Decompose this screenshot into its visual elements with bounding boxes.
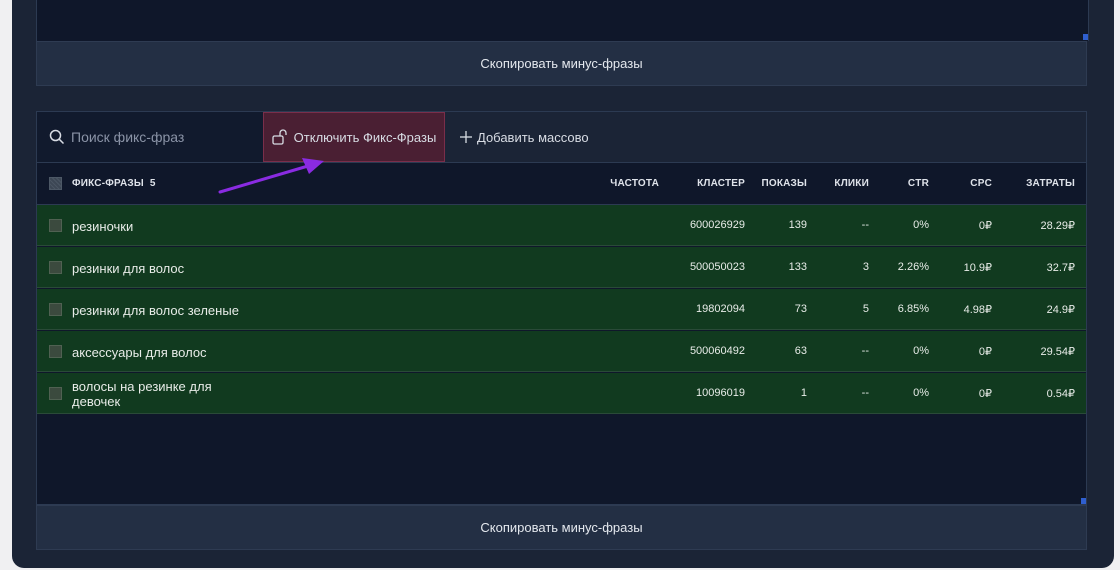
row-checkbox[interactable] bbox=[49, 261, 62, 274]
fix-phrases-card: Отключить Фикс-Фразы Добавить массово ФИ… bbox=[36, 111, 1087, 505]
table-row[interactable]: резиночки 600026929 139 -- 0% 0₽ 28.29₽ bbox=[37, 205, 1086, 246]
row-cluster: 10096019 bbox=[696, 387, 745, 399]
row-phrase: аксессуары для волос bbox=[72, 345, 207, 360]
table-row[interactable]: волосы на резинке для девочек 10096019 1… bbox=[37, 373, 1086, 414]
unlock-icon bbox=[272, 129, 287, 145]
row-clicks: -- bbox=[861, 345, 869, 357]
row-cpc: 10.9₽ bbox=[963, 262, 992, 274]
header-clicks[interactable]: КЛИКИ bbox=[834, 178, 869, 189]
row-cluster: 19802094 bbox=[696, 303, 745, 315]
search-box[interactable] bbox=[37, 112, 263, 162]
row-cpc: 0₽ bbox=[978, 388, 992, 400]
unfix-phrases-button[interactable]: Отключить Фикс-Фразы bbox=[263, 112, 445, 162]
row-cpc: 0₽ bbox=[978, 346, 992, 358]
row-clicks: 3 bbox=[862, 261, 869, 273]
row-views: 133 bbox=[788, 261, 807, 273]
row-checkbox[interactable] bbox=[49, 219, 62, 232]
row-phrase: резиночки bbox=[72, 219, 134, 234]
row-cluster: 500050023 bbox=[689, 261, 745, 273]
plus-icon bbox=[460, 131, 472, 143]
table-row[interactable]: резинки для волос 500050023 133 3 2.26% … bbox=[37, 247, 1086, 288]
bulk-add-label: Добавить массово bbox=[477, 129, 589, 145]
copy-minus-phrases-button[interactable]: Скопировать минус-фразы bbox=[36, 41, 1087, 86]
row-cluster: 600026929 bbox=[689, 219, 745, 231]
table-row[interactable]: резинки для волос зеленые 19802094 73 5 … bbox=[37, 289, 1086, 330]
row-checkbox[interactable] bbox=[49, 303, 62, 316]
unfix-phrases-label: Отключить Фикс-Фразы bbox=[293, 129, 437, 145]
row-ctr: 6.85% bbox=[897, 303, 929, 315]
row-views: 139 bbox=[788, 219, 807, 231]
row-cpc: 4.98₽ bbox=[963, 304, 992, 316]
row-checkbox[interactable] bbox=[49, 387, 62, 400]
toolbar: Отключить Фикс-Фразы Добавить массово bbox=[37, 112, 1086, 163]
scrollbar-thumb[interactable] bbox=[1083, 34, 1088, 40]
header-views[interactable]: ПОКАЗЫ bbox=[761, 178, 807, 189]
header-ctr[interactable]: CTR bbox=[908, 178, 929, 189]
row-ctr: 0% bbox=[913, 345, 929, 357]
header-cpc[interactable]: CPC bbox=[970, 178, 992, 189]
row-checkbox[interactable] bbox=[49, 345, 62, 358]
row-views: 1 bbox=[800, 387, 807, 399]
scrollbar-thumb[interactable] bbox=[1081, 498, 1086, 504]
header-frequency[interactable]: ЧАСТОТА bbox=[610, 178, 659, 189]
row-cost: 32.7₽ bbox=[1046, 262, 1075, 274]
row-ctr: 0% bbox=[913, 387, 929, 399]
row-phrase: волосы на резинке для девочек bbox=[72, 379, 212, 409]
copy-minus-phrases-button[interactable]: Скопировать минус-фразы bbox=[36, 505, 1087, 550]
row-cpc: 0₽ bbox=[978, 220, 992, 232]
header-cluster[interactable]: КЛАСТЕР bbox=[697, 178, 745, 189]
row-phrase: резинки для волос зеленые bbox=[72, 303, 239, 318]
select-all-checkbox[interactable] bbox=[49, 177, 62, 190]
row-views: 63 bbox=[794, 345, 807, 357]
row-ctr: 0% bbox=[913, 219, 929, 231]
row-views: 73 bbox=[794, 303, 807, 315]
row-clicks: -- bbox=[861, 219, 869, 231]
row-cost: 0.54₽ bbox=[1046, 388, 1075, 400]
header-phrases[interactable]: ФИКС-ФРАЗЫ 5 bbox=[72, 178, 156, 189]
upper-list-area bbox=[36, 0, 1089, 41]
header-cost[interactable]: ЗАТРАТЫ bbox=[1026, 178, 1075, 189]
row-cost: 24.9₽ bbox=[1046, 304, 1075, 316]
row-cost: 29.54₽ bbox=[1040, 346, 1075, 358]
header-phrases-label: ФИКС-ФРАЗЫ bbox=[72, 178, 144, 189]
table-row[interactable]: аксессуары для волос 500060492 63 -- 0% … bbox=[37, 331, 1086, 372]
row-ctr: 2.26% bbox=[897, 261, 929, 273]
row-phrase: резинки для волос bbox=[72, 261, 185, 276]
table-header: ФИКС-ФРАЗЫ 5 ЧАСТОТА КЛАСТЕР ПОКАЗЫ КЛИКИ… bbox=[37, 163, 1086, 205]
phrases-count: 5 bbox=[149, 178, 156, 189]
bulk-add-button[interactable]: Добавить массово bbox=[459, 112, 589, 162]
row-clicks: 5 bbox=[862, 303, 869, 315]
search-input[interactable] bbox=[69, 128, 253, 146]
row-clicks: -- bbox=[861, 387, 869, 399]
row-cluster: 500060492 bbox=[689, 345, 745, 357]
search-icon bbox=[49, 129, 65, 145]
row-cost: 28.29₽ bbox=[1040, 220, 1075, 232]
